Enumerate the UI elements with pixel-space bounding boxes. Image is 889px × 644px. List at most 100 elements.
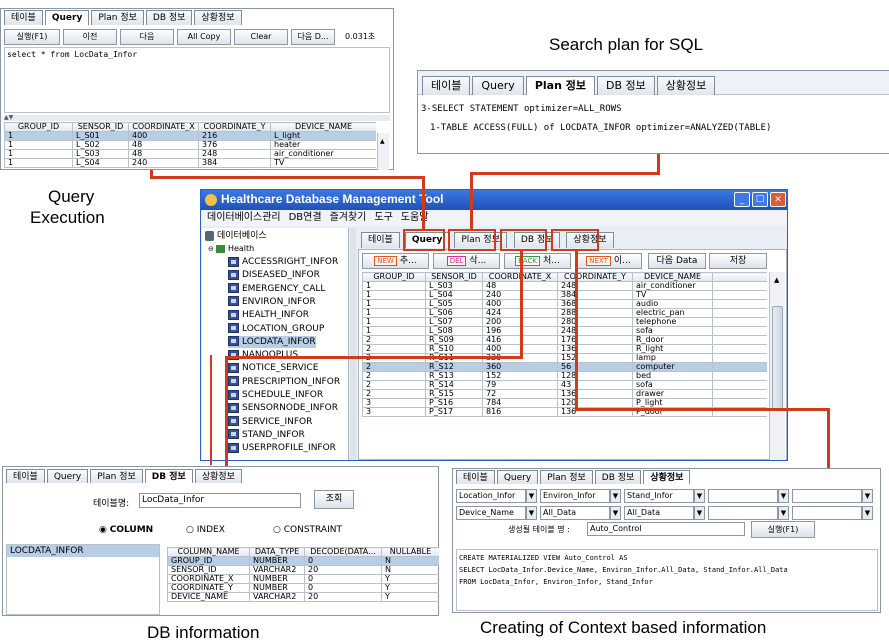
chevron-down-icon[interactable]: ▼ <box>694 506 705 520</box>
menu-favorites[interactable]: 즐겨찾기 <box>330 210 367 226</box>
sql-editor[interactable]: select * from LocData_Infor <box>4 47 390 113</box>
tab-query[interactable]: Query <box>496 470 539 484</box>
tab-db[interactable]: DB 정보 <box>144 469 193 483</box>
next-button[interactable]: 다음 <box>120 29 174 45</box>
context-combo[interactable]: Stand_Infor <box>624 489 694 503</box>
tab-plan[interactable]: Plan 정보 <box>90 469 143 483</box>
context-combo[interactable] <box>792 506 862 520</box>
column-header[interactable]: NULLABLE <box>381 547 439 557</box>
create-table-input[interactable]: Auto_Control <box>587 522 745 536</box>
column-header[interactable]: COORDINATE_Y <box>198 122 271 132</box>
table-row[interactable]: 2 R_S09 416 176 R_door <box>362 335 767 345</box>
toolbar-button-next[interactable]: NEXT 이... <box>575 253 642 269</box>
chevron-down-icon[interactable]: ▼ <box>778 489 789 503</box>
run-button[interactable]: 실행(F1) <box>751 521 815 538</box>
table-row[interactable]: 1 L_S03 48 248 air_conditioner <box>4 149 376 159</box>
table-row[interactable]: 1 L_S07 200 280 telephone <box>362 317 767 327</box>
menu-db-manage[interactable]: 데이터베이스관리 <box>207 210 281 226</box>
close-icon[interactable]: ✕ <box>770 192 786 207</box>
table-row[interactable]: 1 L_S03 48 248 air_conditioner <box>362 281 767 291</box>
menu-tools[interactable]: 도구 <box>374 210 392 226</box>
tab-query[interactable]: Query <box>46 469 89 483</box>
all-copy-button[interactable]: All Copy <box>177 29 231 45</box>
tree-item[interactable]: LOCATION_GROUP <box>228 323 324 335</box>
column-header[interactable]: COORDINATE_X <box>128 122 199 132</box>
tab-plan[interactable]: Plan 정보 <box>540 470 593 484</box>
chevron-down-icon[interactable]: ▼ <box>610 489 621 503</box>
chevron-down-icon[interactable]: ▼ <box>862 489 873 503</box>
table-row[interactable]: 1 L_S08 196 248 sofa <box>362 326 767 336</box>
tree-item[interactable]: ACCESSRIGHT_INFOR <box>228 256 338 268</box>
column-header[interactable]: GROUP_ID <box>362 272 426 282</box>
context-combo[interactable]: Location_Infor <box>456 489 526 503</box>
minimize-icon[interactable]: _ <box>734 192 750 207</box>
table-row[interactable]: 1 L_S04 240 384 TV <box>4 158 376 168</box>
column-header[interactable]: DEVICE_NAME <box>270 122 376 132</box>
toolbar-button-new[interactable]: NEW 추... <box>362 253 429 269</box>
chevron-down-icon[interactable]: ▼ <box>862 506 873 520</box>
table-row[interactable]: 1 L_S05 400 368 audio <box>362 299 767 309</box>
column-header[interactable]: DATA_TYPE <box>249 547 305 557</box>
tree-item[interactable]: LOCDATA_INFOR <box>228 335 316 348</box>
table-name-input[interactable]: LocData_Infor <box>139 493 301 508</box>
tree-item[interactable]: HEALTH_INFOR <box>228 309 309 321</box>
next-data-button[interactable]: 다음 D... <box>291 29 335 45</box>
column-header[interactable]: SENSOR_ID <box>72 122 129 132</box>
tab-query[interactable]: Query <box>472 76 524 95</box>
chevron-down-icon[interactable]: ▼ <box>778 506 789 520</box>
main-scrollbar[interactable]: ▲ <box>769 272 785 460</box>
table-row[interactable]: 1 L_S02 48 376 heater <box>4 140 376 150</box>
column-header[interactable]: DEVICE_NAME <box>632 272 713 282</box>
table-row[interactable]: 3 P_S16 784 120 P_light <box>362 398 767 408</box>
context-sql-editor[interactable]: CREATE MATERIALIZED VIEW Auto_Control AS… <box>456 549 878 611</box>
table-row[interactable]: 2 R_S12 360 56 computer <box>362 362 767 372</box>
context-combo[interactable] <box>708 506 778 520</box>
tab-table[interactable]: 테이블 <box>4 10 43 25</box>
table-row[interactable]: COORDINATE_X NUMBER 0 Y <box>167 574 439 584</box>
next-data-button[interactable]: 다음 Data <box>648 253 706 269</box>
tab-query[interactable]: Query <box>44 10 90 25</box>
save-button[interactable]: 저장 <box>709 253 767 269</box>
tree-item[interactable]: NOTICE_SERVICE <box>228 362 318 374</box>
tab-db[interactable]: DB 정보 <box>596 76 655 95</box>
tree-item[interactable]: ENVIRON_INFOR <box>228 296 316 308</box>
splitter[interactable]: ▲▼ <box>4 115 390 121</box>
toolbar-button-del[interactable]: DEL 삭... <box>433 253 500 269</box>
table-row[interactable]: SENSOR_ID VARCHAR2 20 N <box>167 565 439 575</box>
chevron-down-icon[interactable]: ▼ <box>694 489 705 503</box>
chevron-down-icon[interactable]: ▼ <box>526 506 537 520</box>
prev-button[interactable]: 이전 <box>63 29 117 45</box>
context-combo[interactable]: All_Data <box>540 506 610 520</box>
table-row[interactable]: DEVICE_NAME VARCHAR2 20 Y <box>167 592 439 602</box>
query-scrollbar[interactable]: ▲ <box>377 133 389 170</box>
tab-context[interactable]: 상황정보 <box>643 470 691 484</box>
tree-health[interactable]: ⊖ Health <box>208 243 254 255</box>
column-header[interactable]: SENSOR_ID <box>425 272 483 282</box>
context-combo[interactable]: Device_Name <box>456 506 526 520</box>
tree-item[interactable]: DISEASED_INFOR <box>228 269 320 281</box>
clear-button[interactable]: Clear <box>234 29 288 45</box>
table-row[interactable]: 1 L_S04 240 384 TV <box>362 290 767 300</box>
column-header[interactable]: GROUP_ID <box>4 122 73 132</box>
tab-context[interactable]: 상황정보 <box>194 469 242 483</box>
chevron-down-icon[interactable]: ▼ <box>526 489 537 503</box>
maximize-icon[interactable]: □ <box>752 192 768 207</box>
list-item[interactable]: LOCDATA_INFOR <box>7 545 159 557</box>
tree-item[interactable]: EMERGENCY_CALL <box>228 283 325 295</box>
tab-context[interactable]: 상황정보 <box>194 10 242 25</box>
tab-context[interactable]: 상황정보 <box>656 76 716 95</box>
column-header[interactable]: DECODE(DATA... <box>304 547 382 557</box>
table-row[interactable]: 2 R_S10 400 136 R_light <box>362 344 767 354</box>
column-header[interactable]: COORDINATE_Y <box>557 272 633 282</box>
tree-item[interactable]: USERPROFILE_INFOR <box>228 442 336 454</box>
tab-plan[interactable]: Plan 정보 <box>525 76 595 95</box>
tree-root[interactable]: 데이터베이스 <box>205 230 267 242</box>
table-row[interactable]: 2 R_S15 72 136 drawer <box>362 389 767 399</box>
table-row[interactable]: GROUP_ID NUMBER 0 N <box>167 556 439 566</box>
table-row[interactable]: 1 L_S01 400 216 L_light <box>4 131 376 141</box>
menu-db-connect[interactable]: DB연결 <box>289 210 322 226</box>
context-combo[interactable] <box>792 489 862 503</box>
table-row[interactable]: 2 R_S14 79 43 sofa <box>362 380 767 390</box>
run-button[interactable]: 실행(F1) <box>4 29 60 45</box>
column-header[interactable]: COLUMN_NAME <box>167 547 250 557</box>
